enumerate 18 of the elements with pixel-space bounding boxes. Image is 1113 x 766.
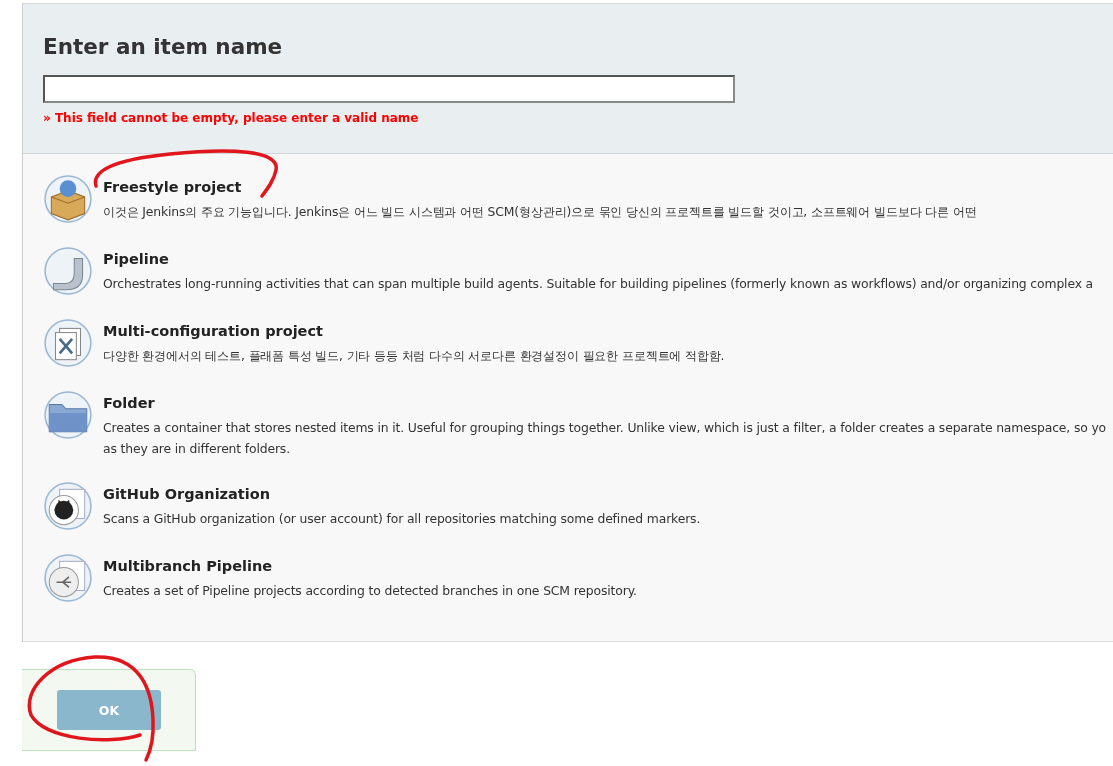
item-type-description: 다양한 환경에서의 테스트, 플래폼 특성 빌드, 기타 등등 처럼 다수의 서로다른 환경설정이 필요한 프로젝트에 적합함.: [103, 347, 725, 365]
item-name-field[interactable]: [43, 75, 735, 103]
item-type-description: as they are in different folders.: [103, 440, 291, 458]
error-message: » This field cannot be empty, please enter a valid name: [43, 111, 420, 125]
item-type-description: 이것은 Jenkins의 주요 기능입니다. Jenkins은 어느 빌드 시스템과 어떤 SCM(형상관리)으로 묶인 당신의 프로젝트를 빌드할 것이고, 소프트웨어 빌드보다 다른 어떤: [103, 203, 977, 221]
item-type-title[interactable]: Pipeline: [103, 251, 1094, 267]
folder-icon: [43, 390, 93, 440]
item-type-description: Creates a set of Pipeline projects according to detected branches in one SCM repository.: [103, 582, 637, 600]
item-type-title[interactable]: Multi-configuration project: [103, 323, 725, 339]
item-type-title[interactable]: Freestyle project: [103, 179, 977, 195]
item-type-description: Scans a GitHub organization (or user account) for all repositories matching some defined markers.: [103, 510, 701, 528]
page-heading: Enter an item name: [43, 34, 284, 59]
item-type-description: Creates a container that stores nested items in it. Useful for grouping things together. Unlike view, which is just a filter, a folder creates a separate namespace, so yo: [103, 419, 1107, 437]
item-type-title[interactable]: Multibranch Pipeline: [103, 558, 637, 574]
item-type-description: Orchestrates long-running activities that can span multiple build agents. Suitable for building pipelines (formerly known as workflows) and/or organizing complex a: [103, 275, 1094, 293]
item-type-title[interactable]: Folder: [103, 395, 1107, 411]
pipeline-icon: [43, 246, 93, 296]
item-type-title[interactable]: GitHub Organization: [103, 486, 701, 502]
